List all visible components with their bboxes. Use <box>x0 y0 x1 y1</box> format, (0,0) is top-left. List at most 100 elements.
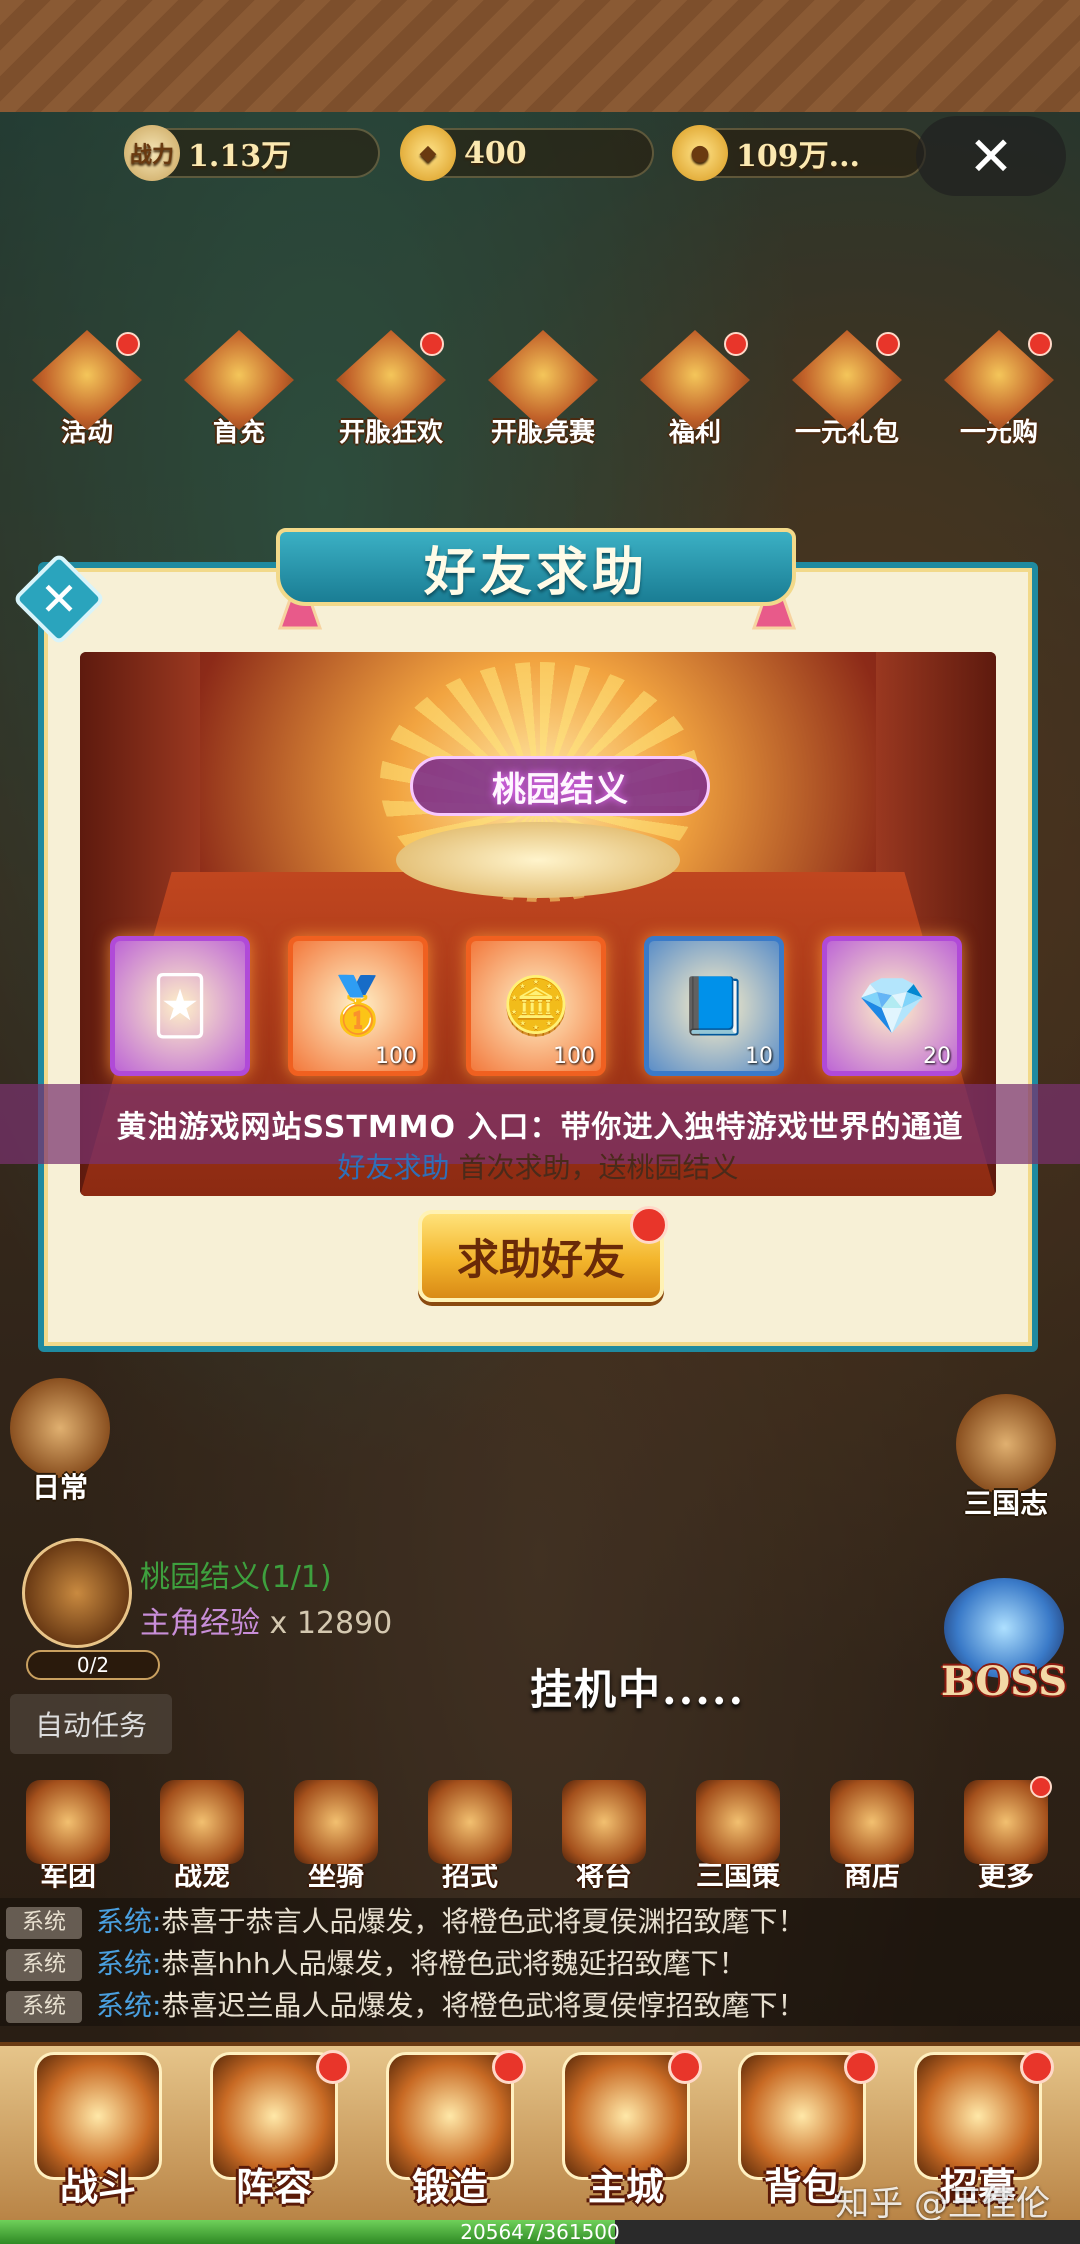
chat-source: 系统: <box>96 1905 162 1938</box>
reward-item[interactable]: 💎 20 <box>822 936 962 1076</box>
notification-dot <box>1020 2050 1054 2084</box>
event-button[interactable]: 福利 <box>620 330 770 470</box>
feature-button[interactable]: 战宠 <box>142 1780 262 1894</box>
gold-ingot-pill[interactable]: ◆ 400 <box>400 125 654 181</box>
feature-button[interactable]: 商店 <box>812 1780 932 1894</box>
feature-row: 军团 战宠 坐骑 招式 将台 三国策 商店 更多 <box>8 1776 1072 1892</box>
reward-quantity: 100 <box>375 1044 417 1069</box>
quest-reward: 主角经验 x 12890 <box>140 1606 393 1641</box>
feature-icon <box>160 1780 244 1864</box>
gold-ingot-icon: 🥇 <box>323 974 393 1039</box>
reward-item[interactable]: 🪙 100 <box>466 936 606 1076</box>
gem-icon: 💎 <box>857 974 927 1039</box>
notification-dot <box>492 2050 526 2084</box>
chat-message: 恭喜于恭言人品爆发，将橙色武将夏侯渊招致麾下！ <box>161 1905 806 1938</box>
help-key: 好友求助 <box>337 1151 450 1184</box>
chat-channel-tag: 系统 <box>6 1991 82 2023</box>
three-kingdoms-button[interactable]: 三国志 <box>946 1394 1066 1522</box>
card-icon: 🃏 <box>151 973 209 1039</box>
event-button[interactable]: 开服狂欢 <box>316 330 466 470</box>
chat-message: 恭喜迟兰晶人品爆发，将橙色武将夏侯惇招致麾下！ <box>161 1989 806 2022</box>
event-button[interactable]: 首充 <box>164 330 314 470</box>
nav-label: 锻造 <box>411 2164 488 2209</box>
feature-icon <box>294 1780 378 1864</box>
nav-button[interactable]: 锻造 <box>370 2050 530 2218</box>
chat-panel[interactable]: 系统 系统:恭喜于恭言人品爆发，将橙色武将夏侯渊招致麾下！ 系统 系统:恭喜hhh人品… <box>0 1898 1080 2026</box>
combat-power-value: 1.13万 <box>188 139 292 174</box>
feature-button[interactable]: 坐骑 <box>276 1780 396 1894</box>
gold-ingot-icon: ◆ <box>400 125 456 181</box>
top-pattern-band <box>0 0 1080 112</box>
reward-item[interactable]: 🃏 <box>110 936 250 1076</box>
three-kingdoms-icon <box>956 1394 1056 1494</box>
close-icon: ✕ <box>39 572 79 626</box>
reward-row: 🃏 🥇 100 🪙 100 📘 10 💎 20 <box>110 936 980 1076</box>
daily-button[interactable]: 日常 <box>0 1378 120 1506</box>
reward-item[interactable]: 📘 10 <box>644 936 784 1076</box>
event-button[interactable]: 开服竞赛 <box>468 330 618 470</box>
notification-dot <box>1030 1776 1052 1798</box>
watermark: 知乎 @王佳伦 <box>835 2184 1050 2224</box>
experience-bar: 205647/361500 <box>0 2220 1080 2244</box>
notification-dot <box>876 332 900 356</box>
chat-channel-tag: 系统 <box>6 1907 82 1939</box>
coin-icon: ● <box>672 125 728 181</box>
feature-icon <box>562 1780 646 1864</box>
feature-button[interactable]: 招式 <box>410 1780 530 1894</box>
event-button[interactable]: 活动 <box>12 330 162 470</box>
feature-icon <box>26 1780 110 1864</box>
feature-button[interactable]: 更多 <box>946 1776 1066 1894</box>
close-icon: ✕ <box>968 124 1014 188</box>
chat-message: 恭喜hhh人品爆发，将橙色武将魏延招致麾下！ <box>161 1947 747 1980</box>
combat-power-icon: 战力 <box>124 125 180 181</box>
event-button[interactable]: 一元购 <box>924 330 1074 470</box>
close-mini-program-button[interactable]: ✕ <box>916 116 1066 196</box>
coin-icon: 🪙 <box>501 974 571 1039</box>
reward-item[interactable]: 🥇 100 <box>288 936 428 1076</box>
notification-dot <box>116 332 140 356</box>
nav-button[interactable]: 主城 <box>546 2050 706 2218</box>
reward-quantity: 10 <box>745 1044 773 1069</box>
nav-button[interactable]: 战斗 <box>18 2052 178 2218</box>
ask-friend-button[interactable]: 求助好友 <box>418 1206 668 1302</box>
feature-icon <box>696 1780 780 1864</box>
coin-pill[interactable]: ● 109万... <box>672 125 926 181</box>
chat-channel-tag: 系统 <box>6 1949 82 1981</box>
nav-label: 阵容 <box>235 2164 312 2209</box>
gold-ingot-value: 400 <box>464 135 527 171</box>
notification-dot <box>668 2050 702 2084</box>
chat-line: 系统 系统:恭喜hhh人品爆发，将橙色武将魏延招致麾下！ <box>6 1944 1076 1984</box>
notification-dot <box>1028 332 1052 356</box>
chat-source: 系统: <box>96 1989 162 2022</box>
event-button[interactable]: 一元礼包 <box>772 330 922 470</box>
reward-quantity: 20 <box>923 1044 951 1069</box>
daily-icon <box>10 1378 110 1478</box>
feature-button[interactable]: 军团 <box>8 1780 128 1894</box>
treasure-chest-icon <box>22 1538 132 1648</box>
help-description: 好友求助 首次求助，送桃园结义 <box>80 1146 996 1196</box>
auto-task-button[interactable]: 自动任务 <box>10 1694 172 1754</box>
experience-text: 205647/361500 <box>460 2220 620 2244</box>
feature-button[interactable]: 三国策 <box>678 1780 798 1894</box>
notification-dot <box>420 332 444 356</box>
quest-tracker[interactable]: 0/2 桃园结义(1/1) 主角经验 x 12890 <box>14 1538 414 1680</box>
event-icon-row: 活动 首充 开服狂欢 开服竞赛 福利 一元礼包 一元购 <box>12 330 1072 470</box>
notification-dot <box>316 2050 350 2084</box>
nav-label: 战斗 <box>59 2164 136 2209</box>
chat-source: 系统: <box>96 1947 162 1980</box>
chat-line: 系统 系统:恭喜迟兰晶人品爆发，将橙色武将夏侯惇招致麾下！ <box>6 1986 1076 2026</box>
quest-name: 桃园结义(1/1) <box>140 1560 332 1595</box>
idle-status: 挂机中..... <box>530 1665 746 1714</box>
quest-progress: 0/2 <box>26 1650 160 1680</box>
dialog-title: 好友求助 <box>276 528 796 606</box>
feature-button[interactable]: 将台 <box>544 1780 664 1894</box>
nav-button[interactable]: 阵容 <box>194 2050 354 2218</box>
combat-power-pill: 战力 1.13万 <box>124 125 380 181</box>
coin-value: 109万... <box>736 139 860 174</box>
help-value: 首次求助，送桃园结义 <box>458 1151 739 1184</box>
boss-button[interactable]: BOSS <box>934 1578 1074 1718</box>
exp-book-icon: 📘 <box>679 974 749 1039</box>
stage-title: 桃园结义 <box>410 756 710 816</box>
feature-icon <box>830 1780 914 1864</box>
feature-icon <box>964 1776 1052 1864</box>
